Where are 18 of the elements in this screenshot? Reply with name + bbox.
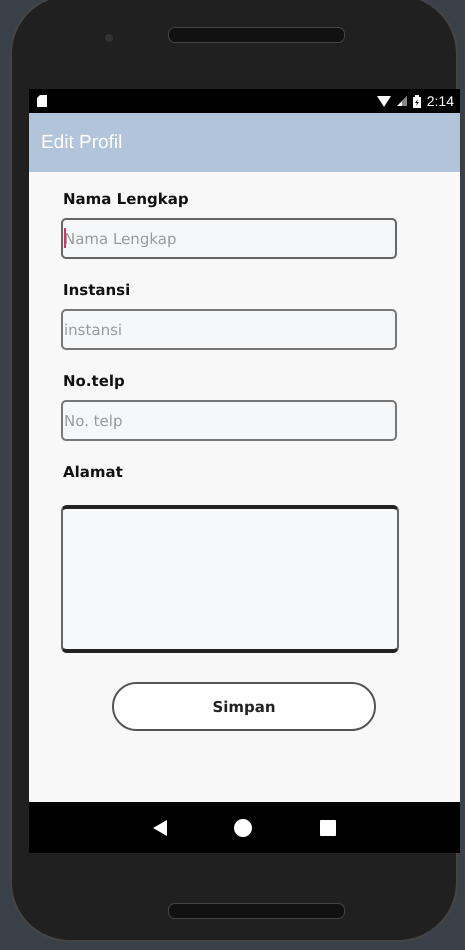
field-label: No.telp (63, 372, 126, 390)
address-field[interactable] (61, 505, 399, 653)
save-button[interactable]: Simpan (112, 682, 376, 731)
recents-icon[interactable] (320, 820, 336, 836)
home-icon[interactable] (234, 818, 252, 836)
field-label: Instansi (63, 281, 132, 299)
signal-icon (396, 96, 407, 106)
wifi-icon (376, 96, 391, 106)
battery-icon (412, 94, 421, 108)
input-field[interactable]: Nama Lengkap (61, 218, 397, 259)
field-label: Nama Lengkap (63, 190, 190, 208)
field-label: Alamat (63, 463, 124, 481)
status-time: 2:14 (426, 93, 454, 109)
back-icon[interactable] (152, 820, 167, 836)
input-field[interactable]: No. telp (61, 400, 397, 441)
app-bar-title: Edit Profil (41, 132, 122, 154)
input-field[interactable]: instansi (61, 309, 397, 350)
sd-card-icon (37, 95, 47, 107)
